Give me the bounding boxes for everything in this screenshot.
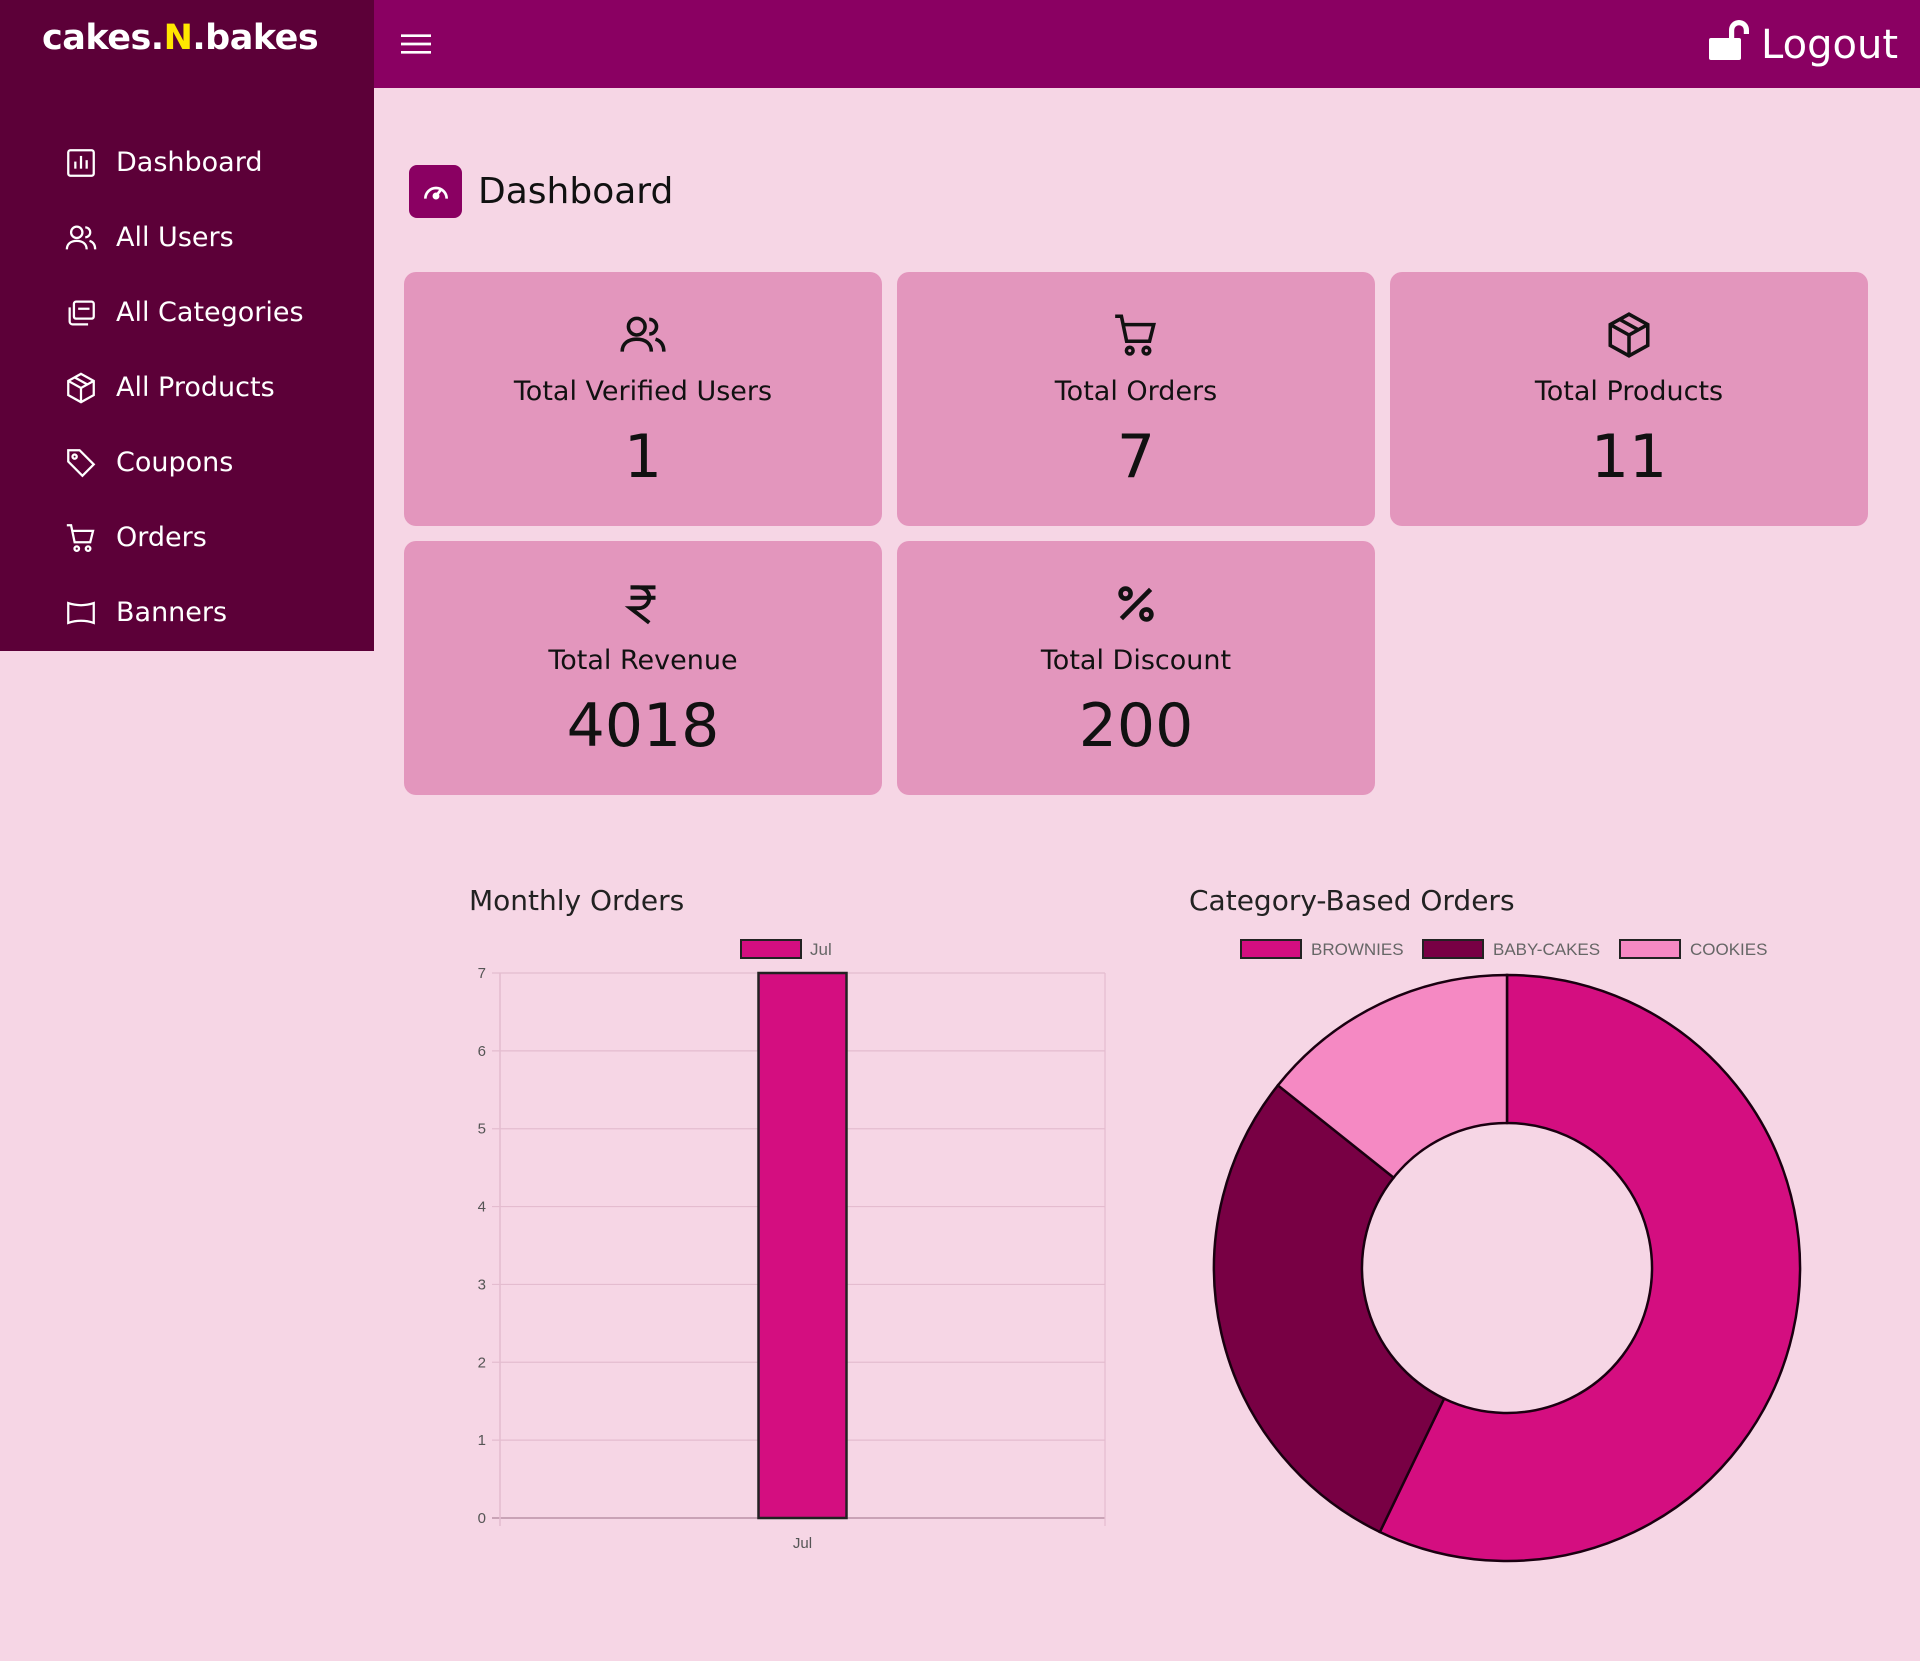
y-tick-label: 3 xyxy=(478,1276,486,1293)
copy-icon xyxy=(64,296,98,330)
sidebar-item-all-categories[interactable]: All Categories xyxy=(0,275,374,350)
stat-card-products: Total Products 11 xyxy=(1390,272,1868,526)
category-orders-title: Category-Based Orders xyxy=(1189,884,1515,917)
sidebar-item-label: Dashboard xyxy=(116,147,263,178)
stat-card-orders: Total Orders 7 xyxy=(897,272,1375,526)
legend-swatch xyxy=(1240,939,1302,959)
sidebar-item-coupons[interactable]: Coupons xyxy=(0,425,374,500)
gauge-icon xyxy=(409,165,462,218)
package-icon xyxy=(1390,310,1868,360)
sidebar: cakes.N.bakes Dashboard All Users All Ca… xyxy=(0,0,374,651)
stat-value: 1 xyxy=(623,422,663,492)
page-title: Dashboard xyxy=(409,165,673,218)
stat-label: Total Verified Users xyxy=(513,376,773,407)
sidebar-item-all-products[interactable]: All Products xyxy=(0,350,374,425)
page-title-text: Dashboard xyxy=(478,171,674,212)
legend-label: Jul xyxy=(810,940,832,959)
y-tick-label: 5 xyxy=(478,1121,486,1138)
topbar: Logout xyxy=(374,0,1920,88)
stat-label: Total Products xyxy=(1534,376,1724,407)
y-tick-label: 7 xyxy=(478,965,486,982)
brand-text-accent: N xyxy=(163,18,193,58)
legend-swatch xyxy=(740,939,802,959)
brand-text-part3: .bakes xyxy=(192,18,319,58)
stat-value: 200 xyxy=(1078,691,1194,761)
x-tick-label: Jul xyxy=(793,1535,812,1552)
monthly-orders-title: Monthly Orders xyxy=(469,884,685,917)
y-tick-label: 1 xyxy=(478,1432,486,1449)
sidebar-item-label: Coupons xyxy=(116,447,234,478)
stat-label: Total Orders xyxy=(1054,376,1218,407)
y-tick-label: 0 xyxy=(478,1510,486,1527)
legend-label: BROWNIES xyxy=(1311,940,1404,959)
category-orders-chart: BROWNIES BABY-CAKES COOKIES xyxy=(1212,939,1802,1563)
chart-bar-icon xyxy=(64,146,98,180)
stat-value: 11 xyxy=(1590,422,1668,492)
stat-value: 4018 xyxy=(566,691,720,761)
bar-legend: Jul xyxy=(740,939,832,959)
stat-card-revenue: Total Revenue 4018 xyxy=(404,541,882,795)
sidebar-item-orders[interactable]: Orders xyxy=(0,500,374,575)
sidebar-item-all-users[interactable]: All Users xyxy=(0,200,374,275)
hamburger-menu-icon[interactable] xyxy=(396,24,436,64)
y-tick-label: 4 xyxy=(478,1199,486,1216)
users-icon xyxy=(404,310,882,360)
sidebar-item-label: All Users xyxy=(116,222,234,253)
y-tick-label: 6 xyxy=(478,1043,486,1060)
stat-value: 7 xyxy=(1116,422,1156,492)
cart-icon xyxy=(64,521,98,555)
legend-label: COOKIES xyxy=(1690,940,1767,959)
stat-label: Total Revenue xyxy=(548,645,738,676)
brand-logo[interactable]: cakes.N.bakes xyxy=(42,18,319,58)
sidebar-item-banners[interactable]: Banners xyxy=(0,575,374,650)
logout-button[interactable]: Logout xyxy=(1705,16,1898,74)
sidebar-nav: Dashboard All Users All Categories All P… xyxy=(0,125,374,650)
banner-icon xyxy=(64,596,98,630)
cart-icon xyxy=(897,310,1375,360)
sidebar-item-dashboard[interactable]: Dashboard xyxy=(0,125,374,200)
monthly-orders-chart: Jul 0 1 2 3 4 5 6 7 Jul xyxy=(478,939,1106,1552)
bar xyxy=(757,971,848,1520)
legend-label: BABY-CAKES xyxy=(1493,940,1600,959)
rupee-icon xyxy=(404,579,882,629)
sidebar-item-label: Banners xyxy=(116,597,228,628)
legend-swatch xyxy=(1422,939,1484,959)
percent-icon xyxy=(897,579,1375,629)
y-tick-label: 2 xyxy=(478,1354,486,1371)
legend-swatch xyxy=(1619,939,1681,959)
sidebar-item-label: All Products xyxy=(116,372,275,403)
tag-icon xyxy=(64,446,98,480)
brand-text-part1: cakes. xyxy=(42,18,164,58)
users-icon xyxy=(64,221,98,255)
unlock-icon xyxy=(1705,16,1761,74)
stat-card-verified-users: Total Verified Users 1 xyxy=(404,272,882,526)
logout-label: Logout xyxy=(1761,22,1898,68)
package-icon xyxy=(64,371,98,405)
stat-card-discount: Total Discount 200 xyxy=(897,541,1375,795)
sidebar-item-label: All Categories xyxy=(116,297,304,328)
sidebar-item-label: Orders xyxy=(116,522,207,553)
donut-legend: BROWNIES BABY-CAKES COOKIES xyxy=(1240,939,1767,959)
stat-label: Total Discount xyxy=(1040,645,1232,676)
